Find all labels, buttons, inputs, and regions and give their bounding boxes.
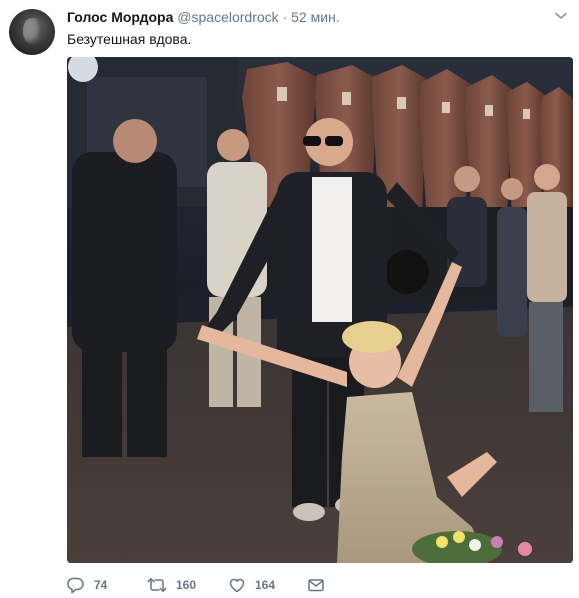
retweet-icon bbox=[147, 578, 167, 592]
tweet-photo[interactable] bbox=[67, 57, 573, 563]
like-button[interactable]: 164 bbox=[228, 574, 275, 596]
tweet-actions: 74 160 164 bbox=[67, 574, 573, 596]
author-name[interactable]: Голос Мордора bbox=[67, 9, 173, 25]
retweet-button[interactable]: 160 bbox=[147, 574, 196, 596]
author-handle[interactable]: @spacelordrock bbox=[177, 9, 278, 25]
like-icon bbox=[229, 578, 245, 593]
direct-message-button[interactable] bbox=[307, 574, 325, 596]
header-separator: · bbox=[282, 9, 288, 25]
author-avatar[interactable] bbox=[9, 9, 55, 55]
more-options-chevron-icon[interactable] bbox=[555, 12, 567, 20]
reply-count: 74 bbox=[94, 578, 108, 592]
tweet-text: Безутешная вдова. bbox=[67, 31, 192, 47]
tweet-timestamp[interactable]: 52 мин. bbox=[291, 9, 340, 25]
photo-illustration bbox=[67, 57, 573, 563]
retweet-count: 160 bbox=[176, 578, 197, 592]
avatar-face bbox=[23, 18, 43, 44]
like-count: 164 bbox=[255, 578, 276, 592]
reply-button[interactable]: 74 bbox=[67, 574, 107, 596]
tweet-header: Голос Мордора @spacelordrock · 52 мин. bbox=[67, 8, 340, 26]
reply-icon bbox=[67, 577, 84, 594]
envelope-icon bbox=[308, 579, 324, 592]
